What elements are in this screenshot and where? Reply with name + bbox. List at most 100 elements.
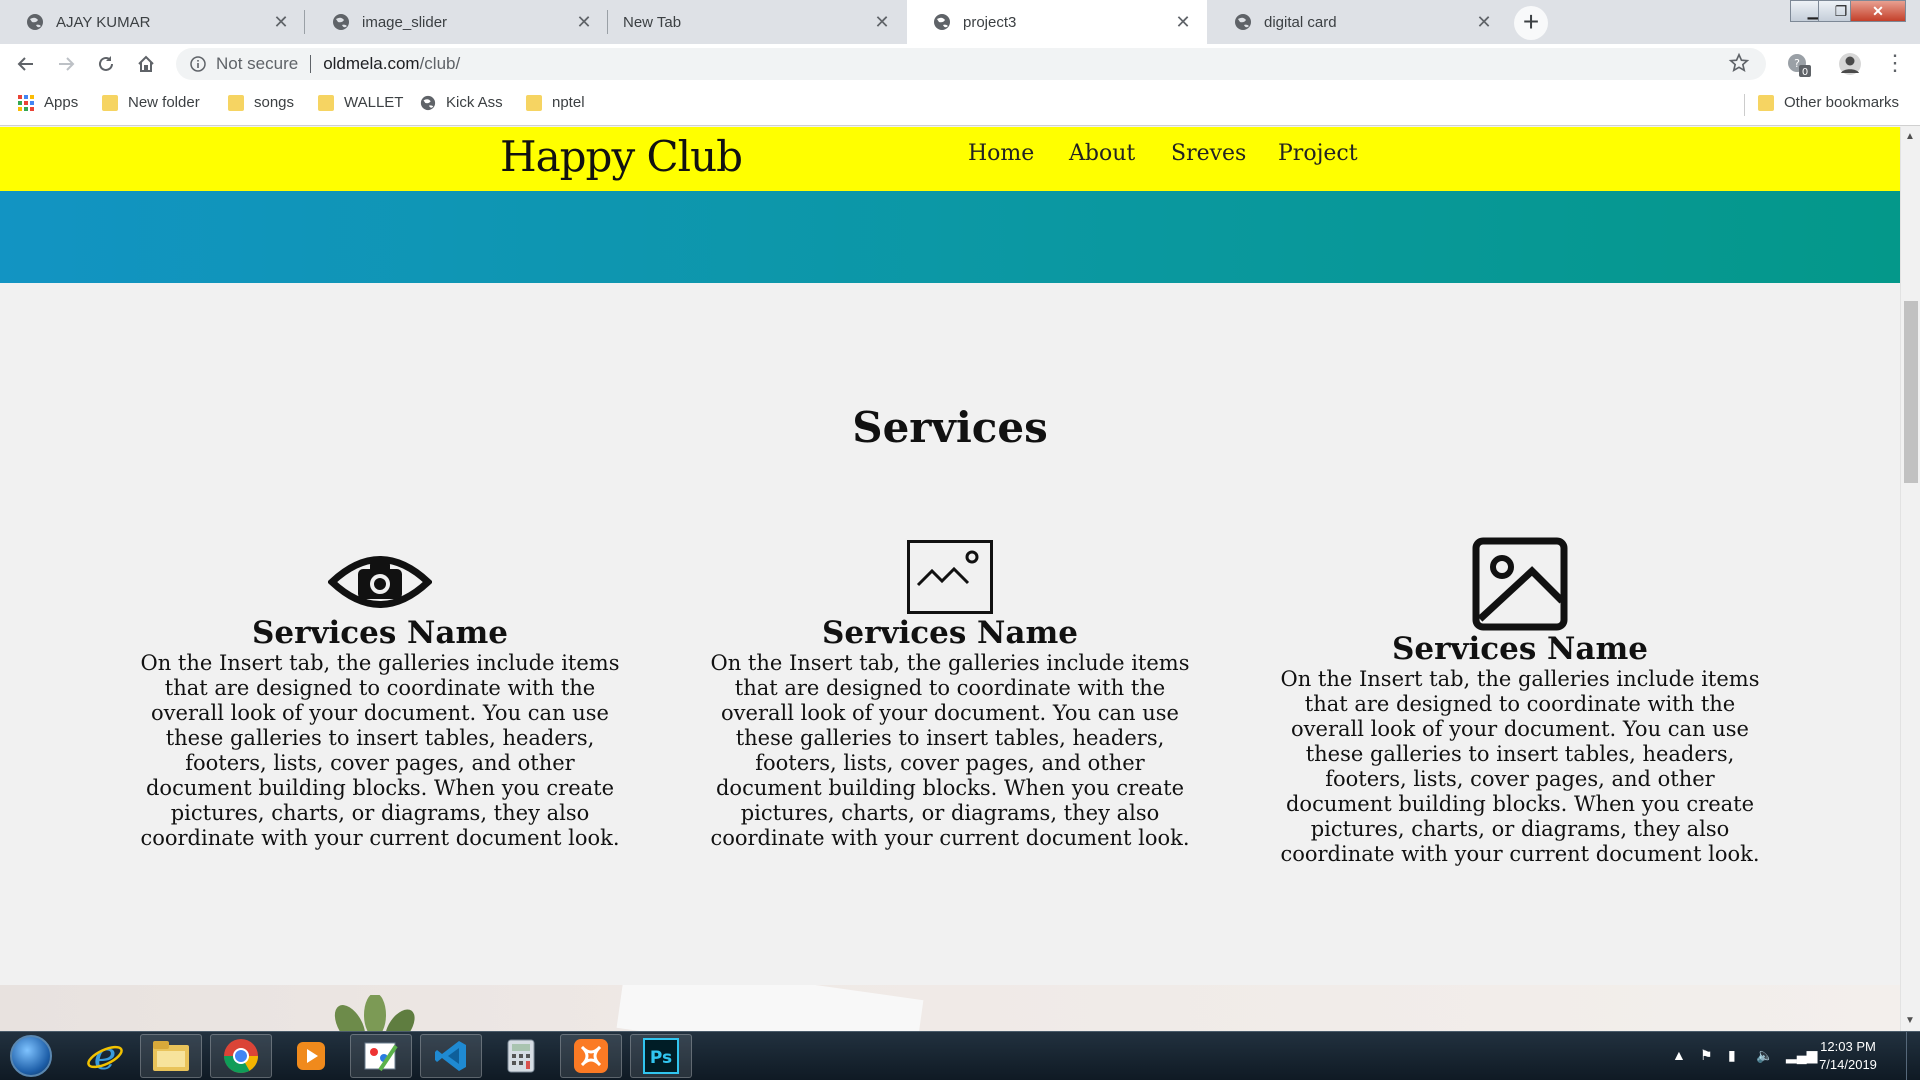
globe-icon	[1235, 14, 1251, 30]
tab-project3[interactable]: project3 ✕	[907, 0, 1207, 44]
site-logo[interactable]: Happy Club	[500, 132, 743, 181]
address-divider	[310, 55, 312, 73]
extension-badge: 0	[1802, 67, 1808, 78]
image-icon	[1472, 537, 1568, 631]
browser-toolbar: Not secure oldmela.com/club/ ? 0 ⋮	[0, 44, 1920, 84]
close-icon[interactable]: ✕	[1173, 12, 1193, 33]
service-name: Services Name	[251, 615, 509, 651]
close-icon[interactable]: ✕	[574, 12, 594, 33]
bookmark-apps[interactable]: Apps	[18, 94, 78, 111]
back-button[interactable]	[12, 50, 40, 78]
page-scrollbar[interactable]: ▲ ▼	[1900, 127, 1920, 1031]
close-icon[interactable]: ✕	[271, 12, 291, 33]
home-button[interactable]	[132, 50, 160, 78]
avatar-icon	[1839, 53, 1861, 75]
taskbar-internet-explorer[interactable]: e	[74, 1034, 136, 1078]
tab-new-tab[interactable]: New Tab ✕	[609, 0, 906, 44]
footer-photo	[0, 985, 1900, 1031]
close-icon[interactable]: ✕	[872, 12, 892, 33]
services-heading: Services	[852, 403, 1048, 452]
address-bar[interactable]: Not secure oldmela.com/club/	[176, 48, 1766, 80]
power-icon[interactable]: ▮	[1728, 1047, 1736, 1064]
volume-icon[interactable]: 🔈	[1756, 1047, 1773, 1064]
eye-camera-icon	[328, 556, 432, 608]
url-path: /club/	[419, 54, 461, 73]
bookmark-nptel[interactable]: nptel	[526, 94, 585, 111]
photoshop-icon: Ps	[643, 1038, 679, 1074]
bookmark-label: WALLET	[344, 94, 404, 111]
taskbar-vscode[interactable]	[420, 1034, 482, 1078]
nav-project[interactable]: Project	[1278, 141, 1358, 166]
close-icon[interactable]: ✕	[1474, 12, 1494, 33]
taskbar-xampp[interactable]	[560, 1034, 622, 1078]
other-bookmarks[interactable]: Other bookmarks	[1758, 94, 1899, 111]
bookmarks-divider	[1744, 94, 1745, 116]
star-icon[interactable]	[1728, 52, 1750, 74]
forward-button[interactable]	[52, 50, 80, 78]
tab-digital-card[interactable]: digital card ✕	[1208, 0, 1508, 44]
security-label: Not secure	[216, 54, 299, 73]
other-bookmarks-label: Other bookmarks	[1784, 94, 1900, 111]
photoshop-label: Ps	[650, 1048, 672, 1068]
show-desktop-button[interactable]	[1906, 1032, 1920, 1080]
bookmark-wallet[interactable]: WALLET	[318, 94, 403, 111]
extension-button[interactable]: ? 0	[1786, 52, 1812, 83]
taskbar-chrome[interactable]	[210, 1034, 272, 1078]
info-icon[interactable]	[190, 56, 206, 72]
system-clock[interactable]: 12:03 PM 7/14/2019	[1808, 1038, 1888, 1074]
service-name: Services Name	[1391, 631, 1649, 667]
plant-image	[334, 995, 415, 1031]
web-page: Happy Club Home About Sreves Project Ser…	[0, 127, 1900, 1031]
new-tab-button[interactable]: +	[1514, 6, 1548, 40]
tab-title: digital card	[1264, 13, 1337, 31]
profile-avatar[interactable]	[1838, 52, 1862, 81]
bookmark-label: Kick Ass	[446, 94, 503, 111]
taskbar-calculator[interactable]	[490, 1034, 552, 1078]
site-header: Happy Club Home About Sreves Project	[0, 127, 1900, 191]
browser-menu-button[interactable]: ⋮	[1884, 50, 1906, 76]
taskbar-photoshop[interactable]: Ps	[630, 1034, 692, 1078]
service-card: Services Name On the Insert tab, the gal…	[130, 549, 630, 851]
windows-taskbar: e Ps ▲ ⚑ ▮ 🔈 ▂▄▆ 12:03 PM 7/14/2019	[0, 1031, 1920, 1080]
nav-home[interactable]: Home	[968, 141, 1034, 166]
close-window-button[interactable]: ✕	[1850, 0, 1906, 22]
folder-icon	[102, 94, 118, 111]
reload-button[interactable]	[92, 50, 120, 78]
scroll-down-arrow-icon[interactable]: ▼	[1905, 1015, 1915, 1026]
tab-image-slider[interactable]: image_slider ✕	[306, 0, 608, 44]
landscape-icon	[907, 540, 993, 614]
internet-explorer-icon: e	[87, 1036, 123, 1076]
kebab-menu-icon: ⋮	[1884, 50, 1906, 75]
bookmark-kick-ass[interactable]: Kick Ass	[420, 94, 503, 111]
service-description: On the Insert tab, the galleries include…	[1280, 667, 1760, 866]
arrow-right-icon	[59, 57, 75, 71]
action-center-flag-icon[interactable]: ⚑	[1700, 1047, 1713, 1064]
service-card: Services Name On the Insert tab, the gal…	[1270, 537, 1770, 867]
paint-icon	[364, 1042, 398, 1072]
tab-title: project3	[963, 13, 1017, 31]
bookmark-label: nptel	[552, 94, 585, 111]
folder-icon	[1758, 94, 1774, 111]
taskbar-media-player[interactable]	[280, 1034, 342, 1078]
service-name: Services Name	[821, 615, 1079, 651]
tab-ajay-kumar[interactable]: AJAY KUMAR ✕	[0, 0, 305, 44]
media-player-icon	[297, 1042, 325, 1070]
tray-expand-icon[interactable]: ▲	[1672, 1047, 1686, 1063]
globe-icon	[27, 14, 43, 30]
tab-divider	[304, 10, 305, 34]
reload-icon	[99, 56, 113, 71]
clock-time: 12:03 PM	[1820, 1039, 1876, 1054]
nav-about[interactable]: About	[1069, 141, 1135, 166]
bookmark-songs[interactable]: songs	[228, 94, 294, 111]
taskbar-file-explorer[interactable]	[140, 1034, 202, 1078]
tab-title: image_slider	[362, 13, 448, 31]
nav-sreves[interactable]: Sreves	[1171, 141, 1246, 166]
scroll-thumb[interactable]	[1904, 301, 1918, 483]
globe-icon	[333, 14, 349, 30]
bookmark-new-folder[interactable]: New folder	[102, 94, 200, 111]
start-button[interactable]	[10, 1035, 52, 1077]
taskbar-paint[interactable]	[350, 1034, 412, 1078]
service-description: On the Insert tab, the galleries include…	[710, 651, 1190, 850]
tab-divider	[607, 10, 608, 34]
scroll-up-arrow-icon[interactable]: ▲	[1905, 131, 1915, 142]
